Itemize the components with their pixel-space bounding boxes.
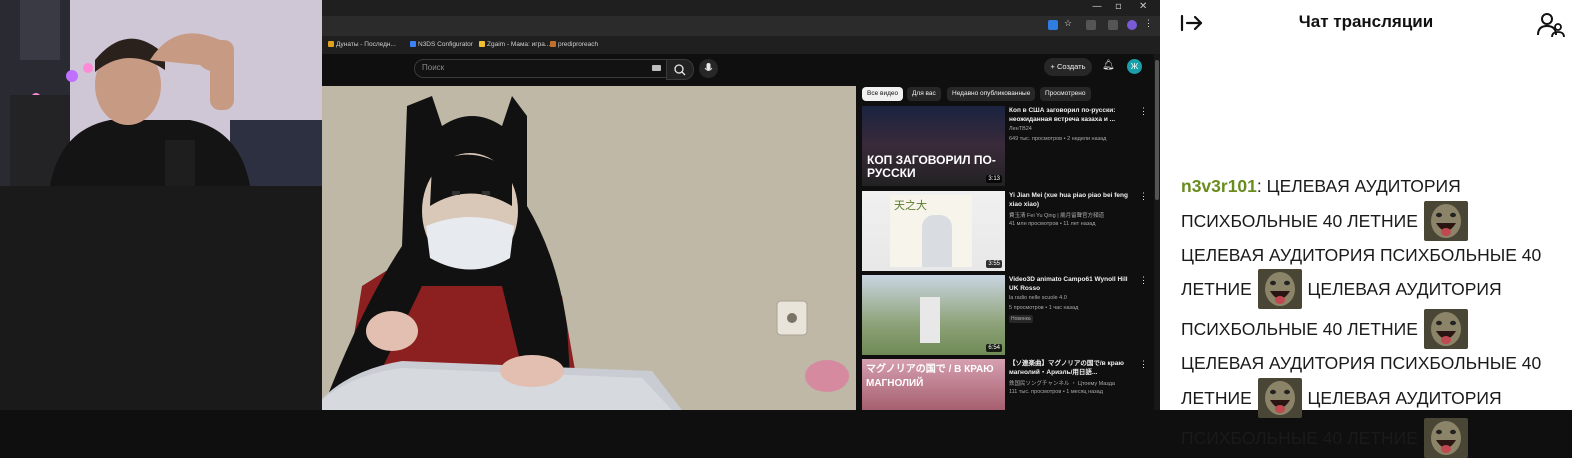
chat-message-text: ЦЕЛЕВАЯ АУДИТОРИЯ ПСИХБОЛЬНЫЕ 40 ЛЕТНИЕ …	[1181, 176, 1541, 458]
search-input[interactable]: Поиск	[414, 59, 668, 78]
minimize-icon[interactable]: —	[1092, 1, 1102, 12]
puzzle-icon[interactable]	[1086, 20, 1096, 30]
video-thumbnail[interactable]: 6:54	[862, 275, 1005, 355]
close-icon[interactable]: ✕	[1139, 1, 1147, 12]
scrollbar-thumb[interactable]	[1155, 60, 1159, 200]
recommendation-item[interactable]: 6:54 Video3D animato Campo61 Wynoll Hill…	[862, 275, 1152, 355]
maximize-icon[interactable]: ▫	[1115, 1, 1122, 12]
streamer-webcam	[0, 0, 322, 186]
browser-address-bar[interactable]: ☆ ⋮	[322, 16, 1160, 36]
menu-dots-icon[interactable]: ⋮	[1144, 18, 1154, 28]
chat-panel: Чат трансляции n3v3r101: ЦЕЛЕВАЯ АУДИТОР…	[1160, 0, 1572, 458]
extension-icon[interactable]	[1048, 20, 1058, 30]
laughing-face-emote[interactable]	[1423, 200, 1468, 241]
avatar[interactable]: Ж	[1127, 59, 1142, 74]
chat-title: Чат трансляции	[1298, 12, 1434, 31]
chip-watched[interactable]: Просмотрено	[1040, 87, 1091, 101]
laughing-face-emote[interactable]	[1423, 309, 1468, 349]
chat-header: Чат трансляции	[1160, 0, 1572, 44]
video-player[interactable]	[322, 86, 856, 410]
create-button[interactable]: + Создать	[1044, 58, 1092, 76]
downloads-icon[interactable]	[1108, 20, 1118, 30]
chip-recently-published[interactable]: Недавно опубликованные	[947, 87, 1036, 101]
recommendation-item[interactable]: マグノリアの国で / В КРАЮ МАГНОЛИЙ 【ソ連楽曲】マグノリアの国…	[862, 359, 1152, 410]
youtube-header: Поиск + Создать 🔔︎ Ж	[322, 54, 1160, 86]
more-options-icon[interactable]: ⋮	[1139, 275, 1148, 286]
keyboard-icon[interactable]	[652, 65, 661, 71]
bookmark-item[interactable]: Zgaim - Мама: игра...	[479, 41, 550, 48]
more-options-icon[interactable]: ⋮	[1139, 359, 1148, 370]
recommendation-item[interactable]: 天之大 3:55 Yi Jian Mei (xue hua piao piao …	[862, 191, 1152, 271]
webcam-image	[0, 0, 322, 186]
chat-username[interactable]: n3v3r101	[1181, 176, 1257, 196]
chip-all-videos[interactable]: Все видео	[862, 87, 904, 101]
notifications-bell-icon[interactable]: 🔔︎	[1102, 60, 1115, 71]
star-icon[interactable]: ☆	[1064, 18, 1074, 28]
search-button[interactable]	[666, 59, 694, 80]
new-badge: Новинка	[1009, 315, 1033, 323]
search-icon	[674, 64, 686, 76]
more-options-icon[interactable]: ⋮	[1139, 191, 1148, 202]
browser-titlebar: — ▫ ✕	[322, 0, 1160, 16]
microphone-icon	[704, 63, 713, 71]
bookmark-item[interactable]: Дунаты - Последн...	[328, 41, 396, 48]
laughing-face-emote[interactable]	[1423, 417, 1468, 458]
microphone-button[interactable]	[699, 59, 718, 78]
video-thumbnail[interactable]: КОП ЗАГОВОРИЛ ПО-РУССКИ 3:13	[862, 106, 1005, 186]
profile-icon[interactable]	[1127, 20, 1137, 30]
video-thumbnail[interactable]: 天之大 3:55	[862, 191, 1005, 271]
bookmark-item[interactable]: N3DS Configurator	[410, 41, 473, 48]
recommendation-item[interactable]: КОП ЗАГОВОРИЛ ПО-РУССКИ 3:13 Коп в США з…	[862, 106, 1152, 186]
chat-message: n3v3r101: ЦЕЛЕВАЯ АУДИТОРИЯ ПСИХБОЛЬНЫЕ …	[1181, 172, 1553, 458]
chat-users-button[interactable]	[1536, 11, 1566, 38]
more-options-icon[interactable]: ⋮	[1139, 106, 1148, 117]
users-icon	[1537, 13, 1565, 38]
recommendations-sidebar: Все видео Для вас Недавно опубликованные…	[856, 86, 1160, 410]
bookmarks-bar: Дунаты - Последн... N3DS Configurator Zg…	[322, 36, 1160, 54]
video-frame-image	[322, 86, 856, 410]
laughing-face-emote[interactable]	[1257, 377, 1302, 418]
stream-video: — ▫ ✕ ☆ ⋮ Дунаты - Последн... N3DS Confi…	[0, 0, 1160, 410]
video-thumbnail[interactable]: マグノリアの国で / В КРАЮ МАГНОЛИЙ	[862, 359, 1005, 410]
laughing-face-emote[interactable]	[1257, 269, 1302, 309]
bookmark-item[interactable]: prediproreach	[550, 41, 598, 48]
chip-for-you[interactable]: Для вас	[907, 87, 941, 101]
